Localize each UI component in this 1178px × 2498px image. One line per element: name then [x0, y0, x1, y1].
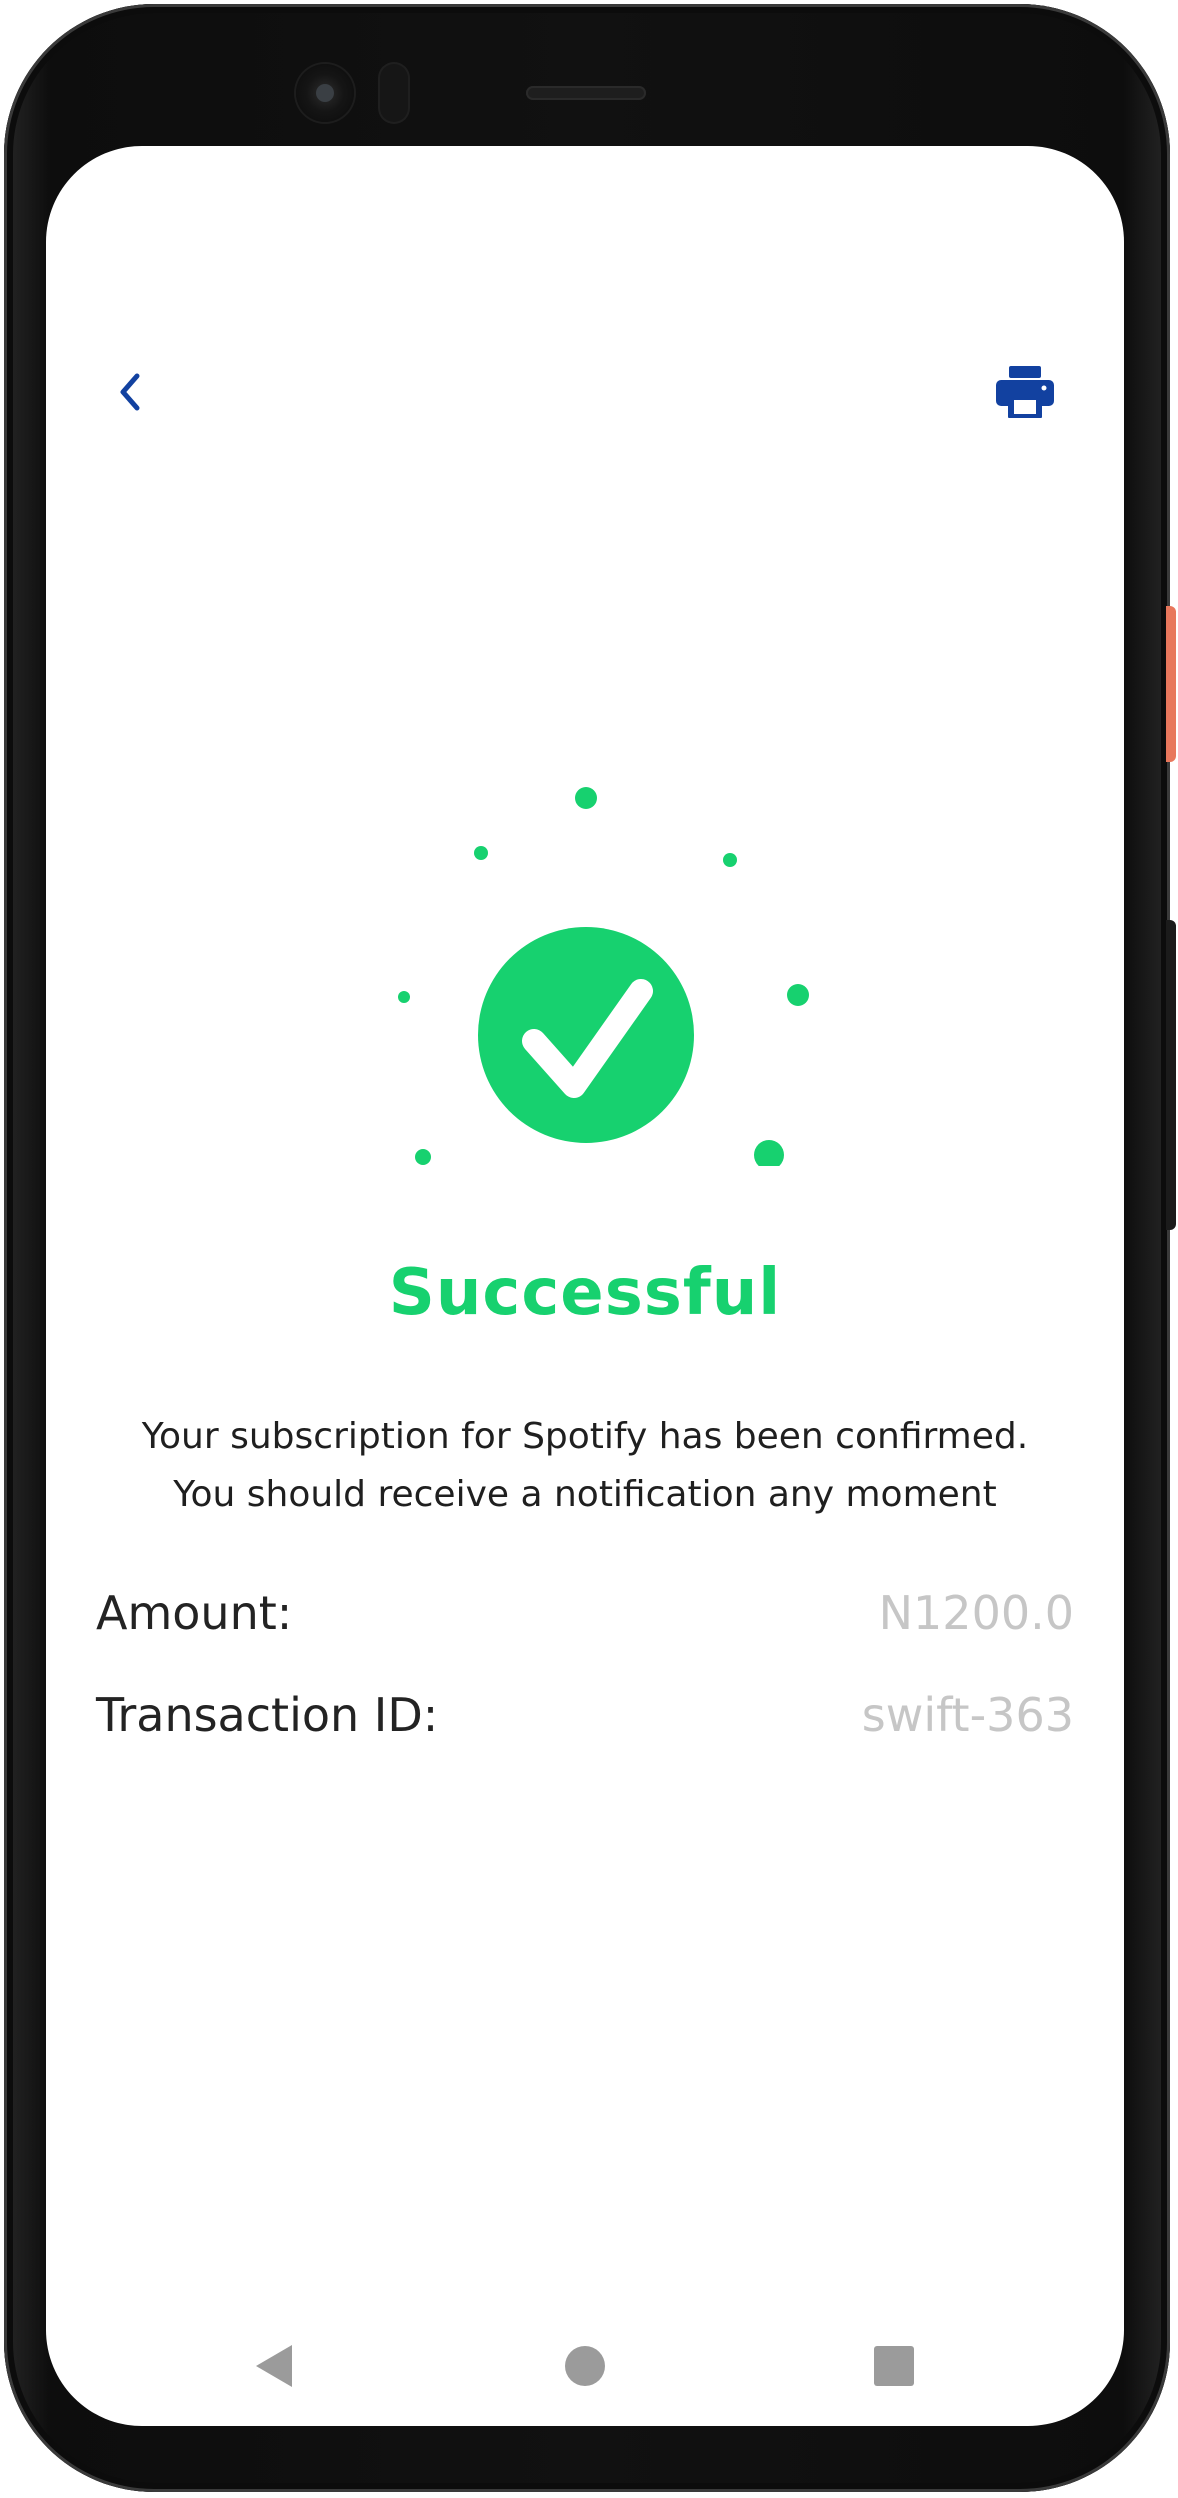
amount-value: N1200.0 [878, 1586, 1074, 1640]
system-navigation-bar [46, 2314, 1124, 2418]
app-screen: Successful Your subscription for Spotify… [46, 146, 1124, 2426]
success-illustration [336, 626, 816, 1261]
printer-icon [996, 366, 1054, 418]
message-line-2: You should receive a notification any mo… [173, 1474, 997, 1515]
volume-button [1166, 920, 1176, 1230]
check-circle-icon [478, 927, 694, 1143]
status-message: Your subscription for Spotify has been c… [46, 1408, 1124, 1524]
transaction-label: Transaction ID: [96, 1688, 439, 1742]
front-camera [296, 64, 354, 122]
power-button [1166, 606, 1176, 762]
amount-label: Amount: [96, 1586, 293, 1640]
message-line-1: Your subscription for Spotify has been c… [141, 1416, 1029, 1457]
square-recents-icon [874, 2346, 914, 2386]
nav-back-button[interactable] [246, 2338, 302, 2394]
print-button[interactable] [992, 362, 1058, 422]
circle-home-icon [565, 2346, 605, 2386]
earpiece-speaker [526, 86, 646, 100]
phone-device: Successful Your subscription for Spotify… [0, 0, 1178, 2498]
transaction-value: swift-363 [861, 1688, 1074, 1742]
back-button[interactable] [106, 368, 154, 416]
proximity-sensor [380, 64, 408, 122]
triangle-back-icon [256, 2345, 292, 2387]
nav-recents-button[interactable] [866, 2338, 922, 2394]
status-title: Successful [388, 1256, 782, 1330]
transaction-row: Transaction ID: swift-363 [96, 1688, 1074, 1742]
nav-home-button[interactable] [557, 2338, 613, 2394]
chevron-left-icon [120, 373, 140, 411]
amount-row: Amount: N1200.0 [96, 1586, 1074, 1640]
